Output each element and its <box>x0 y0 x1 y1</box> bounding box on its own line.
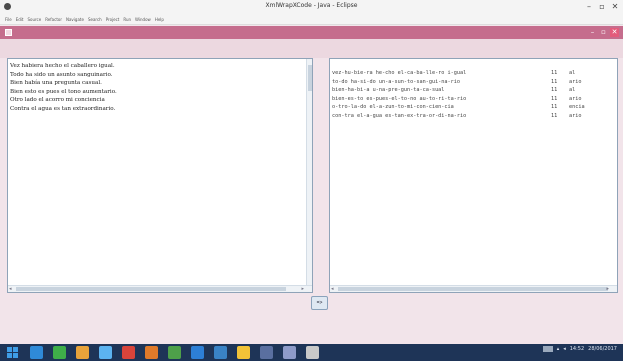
syllable-text: o-tro-la-do el-a-zun-to-mi-con-cien-cia <box>332 104 454 111</box>
folder-icon[interactable] <box>237 346 250 359</box>
syllable-count: 11 <box>551 70 558 76</box>
maximize-button[interactable]: ▫ <box>597 2 607 11</box>
volume-icon[interactable]: ◂ <box>563 346 566 352</box>
syllable-count: 11 <box>551 87 558 94</box>
window-title: XmlWrapXCode - Java - Eclipse <box>265 2 358 9</box>
input-line: Todo ha sido un asunto sanguinario. <box>10 71 113 78</box>
app-icon[interactable] <box>306 346 319 359</box>
menu-navigate[interactable]: Navigate <box>66 15 84 24</box>
menu-source[interactable]: Source <box>27 15 41 24</box>
menu-project[interactable]: Project <box>106 15 120 24</box>
app-icon[interactable] <box>191 346 204 359</box>
syllable-count: 11 <box>551 78 558 85</box>
input-lines: Vez habiera hecho el caballero igual. To… <box>10 62 117 114</box>
scroll-thumb[interactable] <box>16 287 286 291</box>
syllable-count: 11 <box>551 95 558 102</box>
network-icon[interactable]: ▴ <box>557 346 560 352</box>
window-title-bar: XmlWrapXCode - Java - Eclipse – ▫ ✕ <box>0 0 623 15</box>
media-icon[interactable] <box>122 346 135 359</box>
menu-search[interactable]: Search <box>88 15 102 24</box>
output-row: o-tro-la-do el-a-zun-to-mi-con-cien-cia … <box>332 103 609 112</box>
menu-file[interactable]: File <box>5 15 12 24</box>
input-line: Bien había una pregunta casual. <box>10 80 102 87</box>
explorer-icon[interactable] <box>76 346 89 359</box>
menu-refactor[interactable]: Refactor <box>45 15 62 24</box>
menu-window[interactable]: Window <box>135 15 151 24</box>
taskbar-apps <box>30 346 319 359</box>
output-row: bien-ha-bi-a u-na-pre-gun-ta-ca-sual 11 … <box>332 86 609 95</box>
convert-button[interactable]: => <box>311 296 328 310</box>
scroll-right-arrow-icon[interactable]: ▸ <box>606 286 609 292</box>
app-toolbar-strip <box>0 39 623 58</box>
app-icon[interactable] <box>283 346 296 359</box>
rhyme: al <box>569 87 576 94</box>
menu-edit[interactable]: Edit <box>16 15 24 24</box>
input-line: Contra el agua es tan extraordinario. <box>10 105 116 112</box>
store-icon[interactable] <box>53 346 66 359</box>
horizontal-scrollbar[interactable]: ◂ ▸ <box>8 285 312 292</box>
output-row: to-do ha-si-do un-a-sun-to-san-gui-na-ri… <box>332 78 609 87</box>
output-row: vez-hu-bie-ra he-cho el-ca-ba-lle-ro i-g… <box>332 69 609 78</box>
output-lines: vez-hu-bie-ra he-cho el-ca-ba-lle-ro i-g… <box>332 69 609 121</box>
output-row: con-tra el-a-gua es-tan-ex-tra-or-di-na-… <box>332 112 609 121</box>
system-tray: ▴ ◂ 14:52 28/06/2017 <box>542 346 617 352</box>
close-button[interactable]: ✕ <box>610 2 620 11</box>
menu-help[interactable]: Help <box>155 15 164 24</box>
syllable-text: bien-ha-bi-a u-na-pre-gun-ta-ca-sual <box>332 87 445 94</box>
app-title-bar: – ▫ ✕ <box>0 26 623 39</box>
menu-run[interactable]: Run <box>123 15 131 24</box>
syllable-count: 11 <box>551 112 558 119</box>
rhyme: ario <box>569 78 582 85</box>
clock-date[interactable]: 28/06/2017 <box>588 346 617 352</box>
syllable-text: vez-hu-bie-ra he-cho el-ca-ba-lle-ro i-g… <box>332 70 467 76</box>
rhyme: ario <box>569 112 582 119</box>
syllable-text: to-do ha-si-do un-a-sun-to-san-gui-na-ri… <box>332 78 461 85</box>
minimize-button[interactable]: – <box>584 2 594 11</box>
menu-bar: File Edit Source Refactor Navigate Searc… <box>0 15 623 25</box>
input-line: Otro lado el acorro mi conciencia <box>10 97 105 104</box>
scroll-left-arrow-icon[interactable]: ◂ <box>331 286 334 292</box>
ie-icon[interactable] <box>30 346 43 359</box>
app-icon[interactable] <box>214 346 227 359</box>
java-app-icon <box>5 29 12 36</box>
output-row: bien-es-to es-pues-el-to-no au-to-ri-ta-… <box>332 95 609 104</box>
app-controls: – ▫ ✕ <box>588 28 619 37</box>
clock-time[interactable]: 14:52 <box>570 346 584 352</box>
vertical-scrollbar[interactable] <box>306 59 312 286</box>
input-line: Vez habiera hecho el caballero igual. <box>10 63 115 69</box>
window-controls: – ▫ ✕ <box>584 2 620 11</box>
scroll-left-arrow-icon[interactable]: ◂ <box>9 286 12 292</box>
rhyme: al <box>569 70 576 76</box>
rhyme: encia <box>569 104 585 111</box>
windows-start-icon[interactable] <box>7 347 18 358</box>
scroll-thumb[interactable] <box>338 287 608 291</box>
app-minimize-button[interactable]: – <box>588 28 597 37</box>
app-maximize-button[interactable]: ▫ <box>599 28 608 37</box>
syllable-text: bien-es-to es-pues-el-to-no au-to-ri-ta-… <box>332 95 467 102</box>
horizontal-scrollbar[interactable]: ◂ ▸ <box>330 285 617 292</box>
taskbar: ▴ ◂ 14:52 28/06/2017 <box>0 344 623 361</box>
syllable-count: 11 <box>551 104 558 111</box>
mail-icon[interactable] <box>145 346 158 359</box>
app-close-button[interactable]: ✕ <box>610 28 619 37</box>
rhyme: ario <box>569 95 582 102</box>
syllable-text: con-tra el-a-gua es-tan-ex-tra-or-di-na-… <box>332 112 467 119</box>
app-icon[interactable] <box>168 346 181 359</box>
app-icon[interactable] <box>99 346 112 359</box>
keyboard-icon[interactable] <box>542 346 553 352</box>
input-text-area[interactable]: Vez habiera hecho el caballero igual. To… <box>7 58 313 293</box>
eclipse-taskbar-icon[interactable] <box>260 346 273 359</box>
scroll-thumb[interactable] <box>308 65 312 91</box>
input-line: Bien esto es pues el tono aumentario. <box>10 88 117 95</box>
output-text-area[interactable]: vez-hu-bie-ra he-cho el-ca-ba-lle-ro i-g… <box>329 58 618 293</box>
scroll-right-arrow-icon[interactable]: ▸ <box>301 286 304 292</box>
